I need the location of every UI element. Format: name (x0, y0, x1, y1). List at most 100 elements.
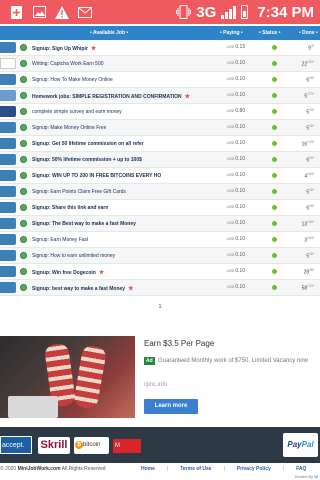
table-row[interactable]: Signup: 50% lifetime commission + up to … (0, 152, 320, 168)
job-done: 13/150 (301, 220, 314, 228)
job-title[interactable]: Signup: Get 50 lifetime commission on al… (32, 141, 144, 147)
footer-link-home[interactable]: Home (141, 466, 155, 472)
table-row[interactable]: Signup: best way to make a fast Money ★ US… (0, 280, 320, 296)
table-row[interactable]: complete simple survey and earn money USD… (0, 104, 320, 120)
table-row[interactable]: Writing: Captcha Work Earn 500 USD0.10 22/… (0, 56, 320, 72)
paypal-logo: PayPal (283, 433, 318, 457)
footer-link-privacy[interactable]: Privacy Policy (237, 466, 271, 472)
ad-description: Guaranteed Monthly work of $750, Limited… (158, 358, 308, 364)
ad-url[interactable]: cjinc.info (144, 382, 167, 388)
job-done: 4/300 (304, 172, 314, 180)
ad-title[interactable]: Earn $3.5 Per Page (144, 339, 214, 348)
payment-methods-strip: accept. Skrill ₿ bitcoin M PayPal (0, 427, 320, 463)
job-title[interactable]: Signup: How To Make Money Online (32, 77, 113, 83)
job-title[interactable]: Signup: WIN UP TO 200 IN FREE BITCOINS E… (32, 173, 161, 179)
job-title[interactable]: Signup: 50% lifetime commission + up to … (32, 157, 142, 163)
signal-icon (221, 5, 237, 19)
advertisement[interactable]: Earn $3.5 Per Page Guaranteed Monthly wo… (0, 336, 320, 418)
job-paying: USD0.10 (227, 156, 246, 162)
globe-icon (20, 204, 27, 211)
new-star-icon: ★ (98, 270, 105, 276)
header-paying[interactable]: • Paying • (220, 30, 243, 36)
ad-badge: Ad (144, 357, 155, 365)
status-dot (272, 45, 277, 50)
jobs-table-body: Signup: Sign Up Whipir ★ USD0.15 9/5 Writin… (0, 40, 320, 296)
warning-icon (55, 5, 69, 19)
job-paying: USD0.10 (227, 284, 246, 290)
job-done: 28/50 (303, 268, 314, 276)
job-done: 5/60 (306, 124, 314, 132)
job-title[interactable]: Signup: Earn Points Claim Free Gift Card… (32, 189, 126, 195)
job-title[interactable]: complete simple survey and earn money (32, 109, 122, 115)
job-paying: USD0.10 (227, 252, 246, 258)
globe-icon (20, 188, 27, 195)
job-title[interactable]: Signup: The Best way to make a fast Mone… (32, 221, 136, 227)
globe-icon (20, 60, 27, 67)
job-thumbnail (0, 218, 16, 229)
notification-plus-icon (9, 5, 23, 19)
globe-icon (20, 124, 27, 131)
globe-icon (20, 92, 27, 99)
globe-icon (20, 140, 27, 147)
footer-link-faq[interactable]: FAQ (296, 466, 306, 472)
table-row[interactable]: Signup: The Best way to make a fast Mone… (0, 216, 320, 232)
job-title[interactable]: Signup: Share this link and earn (32, 205, 108, 211)
table-row[interactable]: Signup: Sign Up Whipir ★ USD0.15 9/5 (0, 40, 320, 56)
job-title[interactable]: Homework jobs: SIMPLE REGISTRATION AND C… (32, 93, 190, 100)
table-row[interactable]: Signup: How to earn unlimited money USD0.… (0, 248, 320, 264)
job-title[interactable]: Signup: Earn Money Fast (32, 237, 88, 243)
footer-link-terms[interactable]: Terms of Use (180, 466, 211, 472)
new-star-icon: ★ (184, 94, 191, 100)
job-title[interactable]: Signup: Win free Dogecoin ★ (32, 269, 104, 276)
status-dot (272, 221, 277, 226)
table-row[interactable]: Signup: Get 50 lifetime commission on al… (0, 136, 320, 152)
pagination-page[interactable]: 1 (0, 304, 320, 310)
status-dot (272, 205, 277, 210)
clock: 7:34 PM (257, 3, 314, 21)
other-payment-logo: M (113, 439, 141, 453)
bitcoin-icon: ₿ (75, 441, 83, 449)
table-row[interactable]: Signup: How To Make Money Online USD0.10 6… (0, 72, 320, 88)
globe-icon (20, 252, 27, 259)
table-row[interactable]: Signup: Win free Dogecoin ★ USD0.10 28/50 (0, 264, 320, 280)
job-done: 5/60 (306, 188, 314, 196)
table-row[interactable]: Signup: WIN UP TO 200 IN FREE BITCOINS E… (0, 168, 320, 184)
globe-icon (20, 108, 27, 115)
job-title[interactable]: Signup: Make Money Online Free (32, 125, 106, 131)
job-title[interactable]: Signup: best way to make a fast Money ★ (32, 285, 133, 292)
job-paying: USD0.10 (227, 140, 246, 146)
job-title[interactable]: Writing: Captcha Work Earn 500 (32, 61, 104, 67)
payment-accept-logo: accept. (0, 436, 32, 454)
table-row[interactable]: Signup: Share this link and earn USD0.10 6… (0, 200, 320, 216)
job-paying: USD0.80 (227, 108, 246, 114)
job-done: 16/120 (301, 140, 314, 148)
job-paying: USD0.10 (227, 220, 246, 226)
table-row[interactable]: Signup: Earn Points Claim Free Gift Card… (0, 184, 320, 200)
vibrate-icon (176, 5, 192, 19)
job-title[interactable]: Signup: Sign Up Whipir ★ (32, 45, 96, 52)
table-row[interactable]: Signup: Earn Money Fast USD0.10 3/300 (0, 232, 320, 248)
job-thumbnail (0, 186, 16, 197)
header-status[interactable]: • Status • (259, 30, 281, 36)
globe-icon (20, 44, 27, 51)
status-dot (272, 237, 277, 242)
status-dot (272, 173, 277, 178)
job-thumbnail (0, 106, 16, 117)
status-dot (272, 157, 277, 162)
footer-links: Home | Terms of Use | Privacy Policy | F… (141, 466, 307, 472)
header-done[interactable]: • Done • (299, 30, 318, 36)
learn-more-button[interactable]: Learn more (144, 399, 198, 414)
hosted-by: Hosted By W (294, 474, 318, 479)
job-done: 5/60 (306, 108, 314, 116)
job-thumbnail (0, 90, 16, 101)
job-thumbnail (0, 154, 16, 165)
table-row[interactable]: Homework jobs: SIMPLE REGISTRATION AND C… (0, 88, 320, 104)
ad-image[interactable] (0, 336, 135, 418)
header-available-job[interactable]: • Available Job • (90, 30, 128, 36)
table-row[interactable]: Signup: Make Money Online Free USD0.10 5/6… (0, 120, 320, 136)
status-dot (272, 61, 277, 66)
job-paying: USD0.15 (227, 44, 246, 50)
job-done: 5/60 (306, 252, 314, 260)
job-paying: USD0.10 (227, 60, 246, 66)
job-title[interactable]: Signup: How to earn unlimited money (32, 253, 115, 259)
